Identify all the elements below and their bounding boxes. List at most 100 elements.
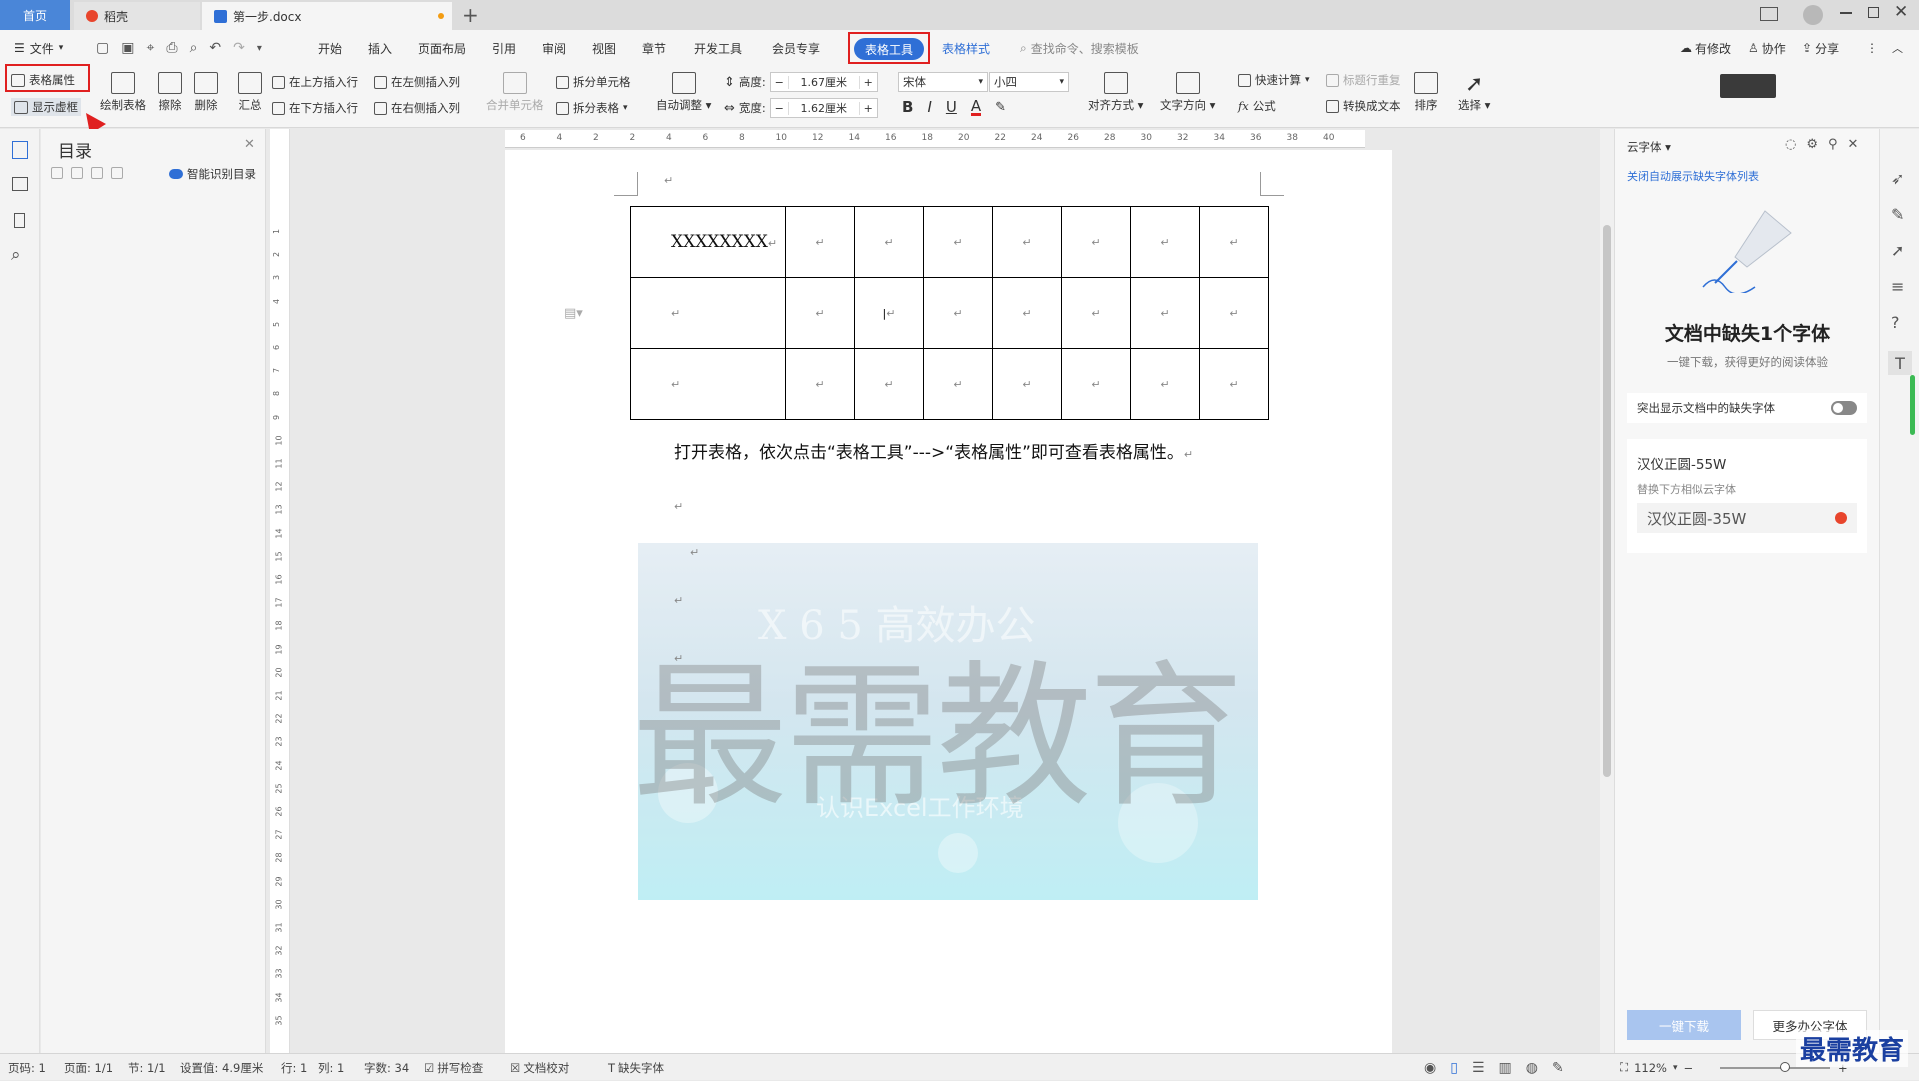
proofread-button[interactable]: ☒ 文档校对 — [510, 1054, 569, 1081]
menu-references[interactable]: 引用 — [492, 30, 516, 66]
keyboard-widget[interactable] — [1720, 74, 1776, 98]
status-row[interactable]: 行: 1 — [281, 1054, 307, 1081]
toggle-switch[interactable] — [1831, 401, 1857, 415]
close-window-icon[interactable]: ✕ — [1894, 2, 1908, 22]
tab-docer[interactable]: 稻壳 — [74, 2, 200, 30]
table-cell[interactable]: ↵ — [1061, 277, 1131, 349]
share-button[interactable]: ⇪ 分享 — [1802, 30, 1839, 66]
preview-icon[interactable]: ⌕ — [190, 40, 198, 56]
menu-developer[interactable]: 开发工具 — [694, 30, 742, 66]
bookmark-icon[interactable] — [14, 213, 25, 228]
table-cell[interactable]: ↵ — [630, 277, 786, 349]
save-icon[interactable]: ▣ — [121, 40, 134, 56]
font-color-button[interactable]: A — [970, 98, 982, 116]
font-panel-icon[interactable]: T — [1888, 351, 1912, 375]
status-words[interactable]: 字数: 34 — [364, 1054, 409, 1081]
table-handle-icon[interactable]: ▤▾ — [564, 306, 583, 321]
search-icon[interactable]: ⌕ — [11, 245, 21, 265]
pointer-icon[interactable]: ➚ — [1891, 241, 1904, 260]
replacement-font-option[interactable]: 汉仪正圆-35W — [1637, 503, 1857, 533]
tab-table-style[interactable]: 表格样式 — [942, 30, 990, 66]
insert-col-left-button[interactable]: 在左侧插入列 — [374, 74, 460, 90]
insert-col-right-button[interactable]: 在右侧插入列 — [374, 100, 460, 116]
split-table-button[interactable]: 拆分表格 ▾ — [556, 100, 628, 116]
table-cell[interactable]: ↵ — [854, 348, 924, 420]
download-all-button[interactable]: 一键下载 — [1627, 1010, 1741, 1040]
status-setting[interactable]: 设置值: 4.9厘米 — [180, 1054, 263, 1081]
help-icon[interactable]: ? — [1891, 313, 1900, 332]
spell-check-button[interactable]: ☑ 拼写检查 — [424, 1054, 483, 1081]
format-painter-icon[interactable]: ⌖ — [146, 40, 154, 56]
page-view-icon[interactable]: ▯ — [1450, 1060, 1458, 1076]
status-col[interactable]: 列: 1 — [318, 1054, 344, 1081]
table-cell[interactable]: ↵ — [785, 277, 855, 349]
document-paragraph[interactable]: 打开表格，依次点击“表格工具”--->“表格属性”即可查看表格属性。↵ — [674, 438, 1193, 463]
convert-to-text-button[interactable]: 转换成文本 — [1326, 98, 1401, 114]
print-icon[interactable]: ⎙ — [166, 40, 177, 56]
redo-icon[interactable]: ↷ — [233, 40, 245, 56]
merge-cells-button[interactable]: 合并单元格 — [486, 72, 544, 113]
close-icon[interactable]: ✕ — [244, 137, 255, 152]
outline-view-icon[interactable]: ☰ — [1472, 1060, 1485, 1076]
sort-button[interactable]: 排序 — [1414, 72, 1438, 113]
restore-icon[interactable] — [1868, 7, 1879, 18]
table-cell[interactable]: ↵ — [1130, 206, 1200, 278]
underline-button[interactable]: U — [946, 98, 957, 116]
table-cell[interactable]: |↵ — [854, 277, 924, 349]
draw-table-button[interactable]: 绘制表格 — [100, 72, 146, 113]
sliders-icon[interactable]: ≡ — [1891, 277, 1904, 296]
table-cell[interactable]: ↵ — [1130, 348, 1200, 420]
menu-chapter[interactable]: 章节 — [642, 30, 666, 66]
align-button[interactable]: 对齐方式 ▾ — [1088, 72, 1143, 113]
command-search[interactable]: ⌕ 查找命令、搜索模板 — [1020, 30, 1139, 66]
col-width-stepper[interactable]: −1.62厘米 + — [769, 98, 878, 118]
highlight-icon[interactable]: ✎ — [995, 100, 1006, 115]
plus-icon[interactable]: + — [858, 101, 877, 115]
repeat-title-button[interactable]: 标题行重复 — [1326, 72, 1401, 88]
table-cell[interactable]: ↵ — [923, 206, 993, 278]
tab-table-tools[interactable]: 表格工具 — [854, 38, 924, 60]
tab-document[interactable]: 第一步.docx — [202, 2, 452, 30]
zoom-out-icon[interactable]: − — [1683, 1061, 1693, 1075]
smart-toc-button[interactable]: 智能识别目录 — [169, 166, 256, 182]
pin-icon[interactable]: ⚲ — [1828, 137, 1838, 152]
table-cell[interactable]: ↵ — [785, 348, 855, 420]
minus-icon[interactable]: − — [771, 101, 789, 115]
close-icon[interactable]: ✕ — [1848, 137, 1859, 152]
menu-review[interactable]: 审阅 — [542, 30, 566, 66]
table-cell[interactable]: ↵ — [923, 348, 993, 420]
reading-view-icon[interactable]: ▥ — [1499, 1060, 1512, 1076]
table-cell[interactable]: ↵ — [1061, 348, 1131, 420]
scrollbar-thumb[interactable] — [1603, 225, 1611, 777]
table-cell[interactable]: ↵ — [923, 277, 993, 349]
quick-calc-button[interactable]: 快速计算 ▾ — [1238, 72, 1310, 88]
collapse-icon[interactable] — [51, 167, 63, 179]
table-cell[interactable]: ↵ — [785, 206, 855, 278]
table-cell[interactable]: ↵ — [992, 206, 1062, 278]
delete-button[interactable]: 删除 — [194, 72, 218, 113]
table-cell[interactable]: ↵ — [1199, 277, 1269, 349]
font-size-select[interactable]: 小四 ▾ — [989, 72, 1069, 92]
text-direction-button[interactable]: 文字方向 ▾ — [1160, 72, 1215, 113]
chat-icon[interactable]: ◌ — [1785, 137, 1796, 152]
remove-level-icon[interactable] — [111, 167, 123, 179]
status-page[interactable]: 页码: 1 — [8, 1054, 46, 1081]
fit-icon[interactable]: ⛶ — [1620, 1060, 1628, 1075]
table-cell[interactable]: ↵ — [1199, 348, 1269, 420]
minus-icon[interactable]: − — [771, 75, 789, 89]
tab-home[interactable]: 首页 — [0, 0, 70, 30]
row-height-stepper[interactable]: −1.67厘米 + — [769, 72, 878, 92]
menu-member[interactable]: 会员专享 — [772, 30, 820, 66]
missing-font-status[interactable]: T 缺失字体 — [608, 1054, 664, 1081]
plus-icon[interactable]: + — [858, 75, 877, 89]
menu-start[interactable]: 开始 — [318, 30, 342, 66]
modified-button[interactable]: ☁ 有修改 — [1680, 30, 1731, 66]
expand-icon[interactable] — [71, 167, 83, 179]
status-pages[interactable]: 页面: 1/1 — [64, 1054, 113, 1081]
auto-fit-button[interactable]: 自动调整 ▾ — [656, 72, 711, 113]
folder-icon[interactable] — [12, 177, 28, 191]
formula-button[interactable]: fx 公式 — [1238, 98, 1276, 114]
menu-insert[interactable]: 插入 — [368, 30, 392, 66]
collapse-ribbon-icon[interactable]: ︿ — [1892, 30, 1903, 66]
table-cell[interactable]: ↵ — [992, 348, 1062, 420]
